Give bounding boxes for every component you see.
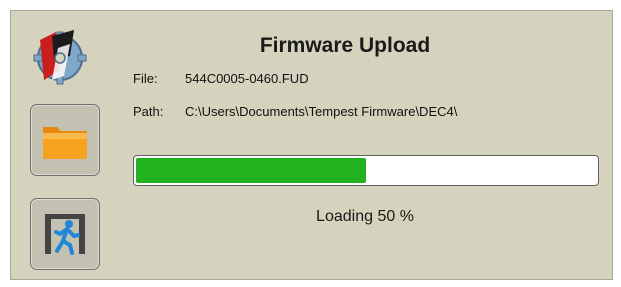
upload-progress-bar bbox=[133, 155, 599, 186]
status-prefix: Loading bbox=[316, 208, 373, 225]
progress-fill bbox=[136, 158, 366, 183]
path-value: C:\Users\Documents\Tempest Firmware\DEC4… bbox=[185, 104, 458, 119]
app-logo-gear-icon bbox=[33, 30, 87, 85]
exit-running-man-icon bbox=[45, 214, 85, 255]
folder-icon bbox=[43, 127, 87, 159]
dialog-title: Firmware Upload bbox=[259, 34, 431, 57]
exit-button[interactable] bbox=[30, 198, 100, 270]
loading-status: Loading 50 % bbox=[270, 208, 460, 226]
file-label: File: bbox=[133, 71, 158, 86]
status-percent: 50 bbox=[377, 208, 396, 225]
browse-folder-button[interactable] bbox=[30, 104, 100, 176]
status-unit: % bbox=[399, 208, 414, 225]
file-value: 544C0005-0460.FUD bbox=[185, 71, 309, 86]
path-label: Path: bbox=[133, 104, 164, 119]
